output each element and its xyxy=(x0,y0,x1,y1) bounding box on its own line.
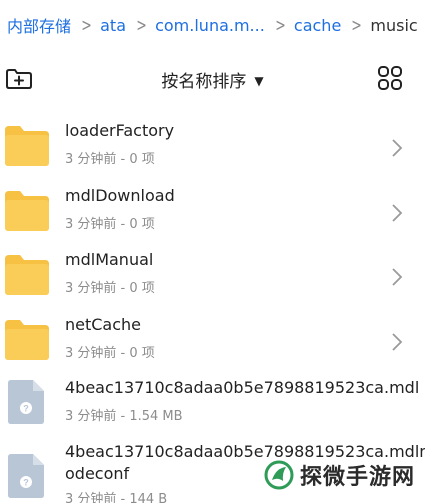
list-item-mdl-file[interactable]: ? 4beac13710c8adaa0b5e7898819523ca.mdl 3… xyxy=(0,376,425,436)
list-item-loaderFactory[interactable]: loaderFactory 3 分钟前 - 0 项 xyxy=(0,118,425,174)
watermark-logo-icon xyxy=(264,460,294,490)
new-folder-icon[interactable] xyxy=(4,64,34,94)
folder-icon xyxy=(5,255,49,295)
grid-view-icon[interactable] xyxy=(375,63,405,93)
list-item-mdlDownload[interactable]: mdlDownload 3 分钟前 - 0 项 xyxy=(0,183,425,239)
svg-text:?: ? xyxy=(23,404,29,414)
file-name: netCache xyxy=(65,315,142,334)
folder-icon xyxy=(5,126,49,166)
folder-icon xyxy=(5,191,49,231)
sort-button[interactable]: 按名称排序 ▼ xyxy=(0,67,425,92)
file-meta: 3 分钟前 - 0 项 xyxy=(65,217,155,232)
breadcrumb-internal-storage[interactable]: 内部存储 xyxy=(7,13,71,37)
file-name: mdlDownload xyxy=(65,186,175,205)
unknown-file-icon: ? xyxy=(8,454,44,498)
chevron-right-icon xyxy=(392,139,403,157)
file-name-line-2: odeconf xyxy=(65,464,130,483)
chevron-right-icon xyxy=(392,268,403,286)
file-meta: 3 分钟前 - 0 项 xyxy=(65,281,155,296)
svg-text:?: ? xyxy=(23,478,29,488)
watermark: 探微手游网 xyxy=(264,457,415,493)
file-meta: 3 分钟前 - 0 项 xyxy=(65,346,155,361)
breadcrumb-separator-icon: > xyxy=(275,14,286,36)
chevron-right-icon xyxy=(392,333,403,351)
chevron-right-icon xyxy=(392,204,403,222)
breadcrumb-cache[interactable]: cache xyxy=(294,16,341,35)
breadcrumb-com-luna[interactable]: com.luna.m... xyxy=(155,16,265,35)
unknown-file-icon: ? xyxy=(8,380,44,424)
toolbar: 按名称排序 ▼ xyxy=(0,60,425,98)
breadcrumb-separator-icon: > xyxy=(136,14,147,36)
breadcrumb: 内部存储 > ata > com.luna.m... > cache > mus… xyxy=(0,10,425,40)
breadcrumb-music: music xyxy=(370,15,418,35)
file-meta: 3 分钟前 - 0 项 xyxy=(65,152,155,167)
file-meta: 3 分钟前 - 144 B xyxy=(65,492,168,503)
breadcrumb-separator-icon: > xyxy=(81,14,92,36)
file-name: 4beac13710c8adaa0b5e7898819523ca.mdl xyxy=(65,378,420,397)
sort-label: 按名称排序 xyxy=(161,72,247,92)
file-meta: 3 分钟前 - 1.54 MB xyxy=(65,409,183,424)
file-name: mdlManual xyxy=(65,250,154,269)
watermark-text: 探微手游网 xyxy=(299,465,415,490)
file-name: loaderFactory xyxy=(65,121,175,140)
breadcrumb-separator-icon: > xyxy=(351,14,363,36)
list-item-mdlManual[interactable]: mdlManual 3 分钟前 - 0 项 xyxy=(0,247,425,303)
dropdown-caret-icon: ▼ xyxy=(254,74,264,88)
folder-icon xyxy=(5,320,49,360)
breadcrumb-ata[interactable]: ata xyxy=(100,16,126,35)
list-item-netCache[interactable]: netCache 3 分钟前 - 0 项 xyxy=(0,312,425,368)
